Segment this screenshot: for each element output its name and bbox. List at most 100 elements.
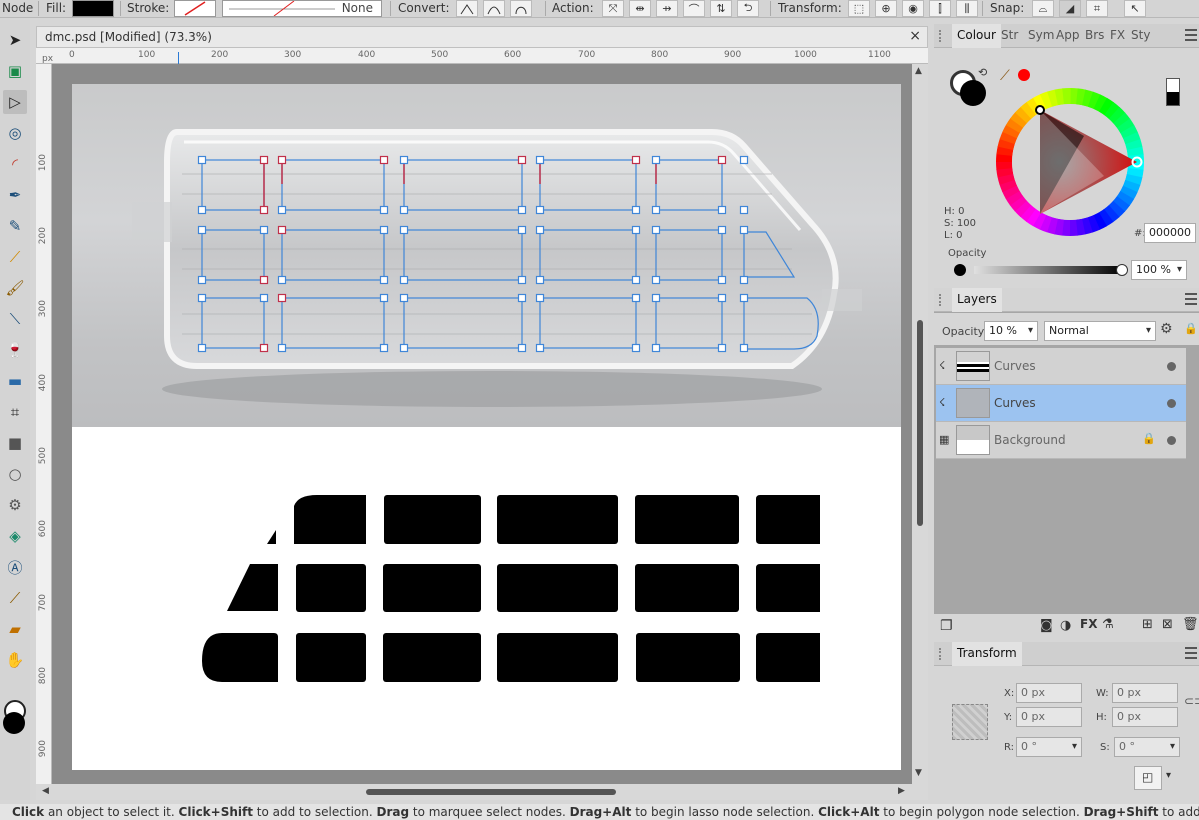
black-white-swatch[interactable] [1166, 78, 1180, 106]
snap-toggle-button[interactable]: ⌓ [1032, 0, 1054, 17]
path-node[interactable] [717, 275, 727, 285]
text-tool[interactable]: Ⓐ [3, 555, 27, 579]
panel-menu-icon[interactable] [1185, 647, 1197, 659]
path-node[interactable] [259, 275, 269, 285]
snap-options-button[interactable]: ◢ [1059, 0, 1081, 17]
undo-curve-button[interactable]: ⮌ [737, 0, 759, 17]
distribute-button[interactable]: ⫼ [956, 0, 978, 17]
path-node[interactable] [631, 155, 641, 165]
scroll-down-icon[interactable]: ▼ [915, 768, 922, 778]
fx-icon[interactable]: FX [1080, 617, 1097, 631]
document-tab[interactable]: dmc.psd [Modified] (73.3%) × [36, 26, 928, 48]
horizontal-scroll-thumb[interactable] [366, 789, 616, 795]
tab-appearance[interactable]: App [1056, 28, 1079, 42]
tab-colour[interactable]: Colour [952, 24, 1001, 48]
path-nodes[interactable] [197, 155, 749, 353]
gear-icon[interactable]: ⚙ [1160, 321, 1173, 337]
path-node[interactable] [399, 155, 409, 165]
path-node[interactable] [651, 205, 661, 215]
tab-brushes[interactable]: Brs [1085, 28, 1104, 42]
tab-stroke[interactable]: Str [1001, 28, 1018, 42]
path-node[interactable] [717, 343, 727, 353]
ellipse-tool[interactable]: ○ [3, 462, 27, 486]
path-node[interactable] [399, 275, 409, 285]
smooth-curve-button[interactable]: ⇸ [656, 0, 678, 17]
adjustment-icon[interactable]: ◑ [1060, 618, 1071, 633]
transform-origin-button[interactable]: ⊕ [875, 0, 897, 17]
path-node[interactable] [717, 225, 727, 235]
w-input[interactable]: 0 px [1112, 683, 1178, 703]
layer-row-curves-2[interactable]: ☇ Curves [936, 385, 1186, 422]
path-node[interactable] [379, 155, 389, 165]
artboard-tool[interactable]: ▣ [3, 59, 27, 83]
path-node[interactable] [631, 343, 641, 353]
opacity-dropdown[interactable]: 100 % [1131, 260, 1187, 280]
path-node[interactable] [739, 225, 749, 235]
align-button[interactable]: ⫿ [929, 0, 951, 17]
hand-tool[interactable]: ✋ [3, 648, 27, 672]
live-filter-icon[interactable]: ⚗ [1102, 617, 1114, 632]
x-input[interactable]: 0 px [1016, 683, 1082, 703]
path-node[interactable] [197, 155, 207, 165]
add-layer-icon[interactable]: ⊞ [1142, 617, 1153, 632]
path-node[interactable] [399, 205, 409, 215]
tab-symbols[interactable]: Sym [1028, 28, 1054, 42]
path-node[interactable] [277, 205, 287, 215]
path-node[interactable] [651, 293, 661, 303]
path-node[interactable] [517, 293, 527, 303]
path-node[interactable] [717, 155, 727, 165]
path-node[interactable] [535, 155, 545, 165]
picked-colour-dot[interactable] [1018, 69, 1030, 81]
path-node[interactable] [277, 155, 287, 165]
path-node[interactable] [197, 343, 207, 353]
anchor-selector[interactable] [952, 704, 988, 740]
path-node[interactable] [739, 343, 749, 353]
path-node[interactable] [197, 225, 207, 235]
tab-styles[interactable]: Sty [1131, 28, 1150, 42]
hex-input[interactable]: 000000 [1144, 223, 1196, 243]
path-node[interactable] [631, 205, 641, 215]
vector-brush-tool[interactable]: ⟋ [3, 245, 27, 269]
visibility-dot-icon[interactable] [1167, 436, 1176, 445]
stroke-style-dropdown[interactable]: None [222, 0, 382, 17]
scroll-up-icon[interactable]: ▲ [915, 66, 922, 76]
path-node[interactable] [651, 275, 661, 285]
panel-grip-icon[interactable] [939, 648, 945, 660]
path-node[interactable] [517, 343, 527, 353]
shape-tool[interactable]: ◈ [3, 524, 27, 548]
path-node[interactable] [651, 155, 661, 165]
path-node[interactable] [259, 343, 269, 353]
layer-effects-icon[interactable]: ❐ [940, 618, 953, 634]
measure-tool[interactable]: ▰ [3, 617, 27, 641]
fill-swatch[interactable] [72, 0, 114, 17]
path-node[interactable] [631, 275, 641, 285]
scroll-left-icon[interactable]: ◀ [42, 786, 49, 796]
blend-mode-dropdown[interactable]: Normal [1044, 321, 1156, 341]
convert-sharp-button[interactable] [456, 0, 478, 17]
group-layers-icon[interactable]: ⊠ [1162, 617, 1173, 632]
horizontal-ruler[interactable]: px 0 100 200 300 400 500 600 700 800 900… [36, 48, 928, 64]
rotation-dropdown[interactable]: 0 ° [1016, 737, 1082, 757]
eyedropper-icon[interactable]: ⟋ [1000, 68, 1010, 84]
path-node[interactable] [535, 205, 545, 215]
mask-icon[interactable]: ◙ [1040, 618, 1053, 633]
path-node[interactable] [631, 225, 641, 235]
join-curves-button[interactable]: ⌒ [683, 0, 705, 17]
path-node[interactable] [517, 275, 527, 285]
tab-layers[interactable]: Layers [952, 288, 1002, 312]
path-node[interactable] [197, 293, 207, 303]
rectangle-tool[interactable]: ■ [3, 431, 27, 455]
path-node[interactable] [517, 205, 527, 215]
path-node[interactable] [535, 293, 545, 303]
path-node[interactable] [259, 293, 269, 303]
layer-opacity-dropdown[interactable]: 10 % [984, 321, 1038, 341]
crop-tool[interactable]: ⌗ [3, 400, 27, 424]
path-node[interactable] [535, 343, 545, 353]
transform-origin-button[interactable]: ◰ [1134, 766, 1162, 790]
stroke-swatch[interactable] [174, 0, 216, 17]
visibility-dot-icon[interactable] [1167, 399, 1176, 408]
transform-mode-button[interactable]: ◉ [902, 0, 924, 17]
path-node[interactable] [379, 293, 389, 303]
swap-colours-icon[interactable]: ⟲ [978, 66, 987, 79]
convert-smooth-button[interactable] [483, 0, 505, 17]
